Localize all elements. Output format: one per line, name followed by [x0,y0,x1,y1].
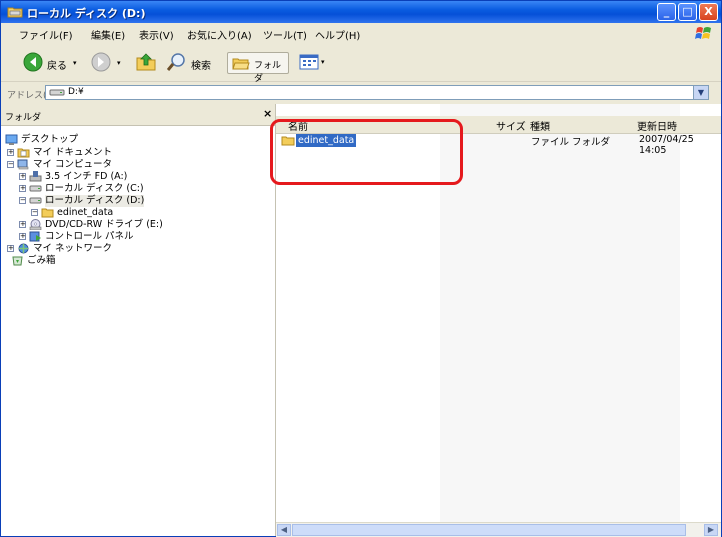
collapse-icon[interactable]: − [7,161,14,168]
expand-icon[interactable]: + [7,245,14,252]
expand-icon[interactable]: + [19,185,26,192]
cd-drive-icon [29,219,42,230]
collapse-icon[interactable]: − [19,197,26,204]
address-value: D:¥ [68,87,84,97]
forward-dropdown-icon[interactable]: ▾ [117,59,121,67]
expand-icon[interactable]: + [19,233,26,240]
drive-icon [49,89,65,96]
forward-button[interactable]: ▾ [91,52,127,74]
annotation-highlight-ring [270,119,463,185]
column-header-modified[interactable]: 更新日時 [637,118,677,133]
folder-pane-close-icon[interactable]: × [263,107,272,120]
drive-icon [29,185,42,192]
scrollbar-thumb[interactable] [292,524,686,536]
folder-pane-header: フォルダ × [1,104,275,126]
close-button[interactable]: X [699,3,718,21]
back-arrow-icon [23,52,43,72]
my-documents-icon [17,148,30,158]
folders-icon [232,58,250,70]
back-label: 戻る [47,61,67,72]
expand-icon[interactable]: + [19,221,26,228]
explorer-window: ローカル ディスク (D:) _ □ X ファイル(F) 編集(E) 表示(V)… [0,0,722,537]
title-bar[interactable]: ローカル ディスク (D:) _ □ X [1,1,721,23]
back-button[interactable]: 戻る ▾ [23,52,83,74]
floppy-icon [29,171,42,182]
scroll-left-icon[interactable]: ◀ [277,524,291,536]
forward-arrow-icon [91,52,111,72]
search-icon [167,53,185,71]
minimize-button[interactable]: _ [657,3,676,21]
column-header-type[interactable]: 種類 [530,118,550,133]
folder-pane: フォルダ × デスクトップ + マイ ドキュメント − マイ コンピュータ + … [1,104,276,536]
desktop-icon [5,134,18,145]
menu-file[interactable]: ファイル(F) [19,27,73,42]
back-dropdown-icon[interactable]: ▾ [73,59,77,67]
expand-icon[interactable]: + [19,173,26,180]
menu-bar: ファイル(F) 編集(E) 表示(V) お気に入り(A) ツール(T) ヘルプ(… [1,23,721,44]
folder-icon [41,208,54,218]
standard-toolbar: 戻る ▾ ▾ 検索 フォルダ ▾ [1,43,721,84]
windows-logo-icon [695,27,711,39]
expand-icon[interactable]: + [7,149,14,156]
menu-favorites[interactable]: お気に入り(A) [187,27,252,42]
menu-help[interactable]: ヘルプ(H) [315,27,360,42]
folder-pane-title: フォルダ [5,113,42,123]
drive-icon [7,7,23,18]
up-folder-icon[interactable] [135,52,157,72]
collapse-icon[interactable]: − [31,209,38,216]
maximize-button[interactable]: □ [678,3,697,21]
folders-button[interactable]: フォルダ [227,52,289,84]
search-label: 検索 [191,61,211,72]
horizontal-scrollbar[interactable]: ◀ ▶ [276,522,721,537]
window-title: ローカル ディスク (D:) [27,7,146,20]
my-computer-icon [17,159,29,170]
scroll-right-icon[interactable]: ▶ [704,524,718,536]
recycle-bin-icon [12,256,23,266]
search-button[interactable]: 検索 [167,52,223,74]
file-type: ファイル フォルダ [531,137,611,148]
menu-edit[interactable]: 編集(E) [91,27,125,42]
column-header-size[interactable]: サイズ [496,118,526,133]
file-modified: 2007/04/25 14:05 [639,134,694,156]
address-dropdown-icon[interactable]: ▼ [693,86,708,99]
views-icon [299,54,319,70]
folders-label: フォルダ [254,61,282,84]
network-icon [18,243,29,254]
menu-view[interactable]: 表示(V) [139,27,174,42]
address-bar: アドレス(D) D:¥ ▼ [1,82,721,105]
menu-tools[interactable]: ツール(T) [263,27,307,42]
sorted-column-shade [440,104,680,536]
drive-icon [29,197,42,204]
control-panel-icon [29,231,41,242]
views-button[interactable]: ▾ [299,52,329,74]
views-dropdown-icon[interactable]: ▾ [321,58,325,66]
address-input[interactable]: D:¥ ▼ [45,85,709,100]
